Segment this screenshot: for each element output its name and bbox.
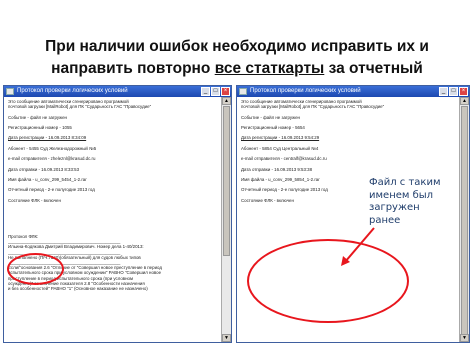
note-line: именем был bbox=[369, 189, 434, 201]
note-line: ранее bbox=[369, 214, 401, 226]
note-line: загружен bbox=[369, 202, 420, 213]
note-line: Файл с таким bbox=[369, 177, 441, 188]
annotation-note: Файл с таким именем был загружен ранее bbox=[369, 177, 459, 227]
